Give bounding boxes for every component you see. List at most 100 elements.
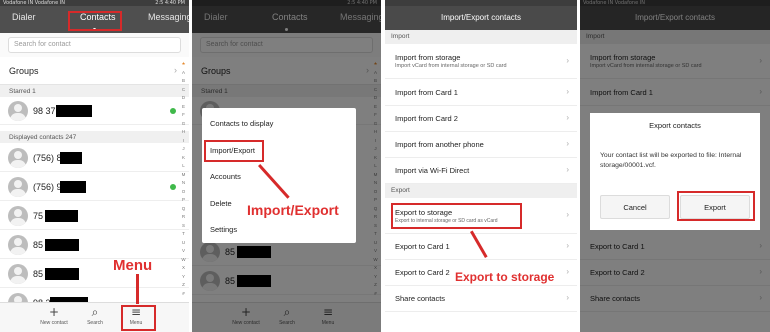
whatsapp-icon bbox=[170, 108, 176, 114]
alphabet-letter[interactable]: X bbox=[180, 264, 187, 273]
share-contacts[interactable]: Share contacts › bbox=[385, 286, 577, 312]
alphabet-letter[interactable]: L bbox=[180, 162, 187, 171]
redaction-bar bbox=[45, 268, 79, 280]
tab-messaging[interactable]: Messaging bbox=[148, 12, 189, 22]
alphabet-letter[interactable]: U bbox=[180, 239, 187, 248]
highlight-menu-button bbox=[121, 305, 156, 331]
import-from-storage[interactable]: Import from storage Import vCard from in… bbox=[385, 44, 577, 79]
contact-row[interactable]: 75 bbox=[0, 202, 189, 230]
contact-row[interactable]: 98 37 bbox=[0, 97, 189, 125]
contact-row[interactable]: 85 bbox=[0, 260, 189, 288]
plus-icon: + bbox=[48, 305, 60, 319]
tab-dialer[interactable]: Dialer bbox=[12, 12, 36, 22]
import-from-another-phone[interactable]: Import from another phone › bbox=[385, 132, 577, 158]
alphabet-letter[interactable]: Y bbox=[180, 273, 187, 282]
search-label: Search bbox=[87, 320, 103, 326]
annotation-menu: Menu bbox=[113, 257, 153, 274]
alphabet-letter[interactable]: ★ bbox=[180, 60, 187, 69]
alphabet-letter[interactable]: J bbox=[180, 145, 187, 154]
item-title: Import from Card 2 bbox=[395, 114, 458, 123]
avatar bbox=[8, 264, 28, 284]
alphabet-letter[interactable]: O bbox=[180, 188, 187, 197]
alphabet-letter[interactable]: G bbox=[180, 120, 187, 129]
import-from-card-2[interactable]: Import from Card 2 › bbox=[385, 106, 577, 132]
chevron-right-icon: › bbox=[566, 241, 569, 250]
item-title: Export to Card 2 bbox=[395, 268, 450, 277]
contact-row[interactable]: 85 bbox=[0, 231, 189, 259]
item-title: Import via Wi-Fi Direct bbox=[395, 166, 470, 175]
import-via-wifi-direct[interactable]: Import via Wi-Fi Direct › bbox=[385, 158, 577, 184]
search-input[interactable]: Search for contact bbox=[8, 37, 181, 53]
highlight-import-export bbox=[204, 140, 264, 162]
alphabet-letter[interactable]: B bbox=[180, 77, 187, 86]
alphabet-letter[interactable]: I bbox=[180, 137, 187, 146]
alphabet-letter[interactable]: K bbox=[180, 154, 187, 163]
menu-screen: 2:5 4:40 PM Dialer Contacts Messaging Se… bbox=[192, 0, 381, 332]
search-button[interactable]: ⌕ Search bbox=[75, 306, 115, 327]
chevron-right-icon: › bbox=[566, 293, 569, 302]
highlight-contacts-tab bbox=[68, 11, 122, 31]
alphabet-letter[interactable]: Z bbox=[180, 281, 187, 290]
annotation-import-export: Import/Export bbox=[247, 202, 339, 218]
groups-label: Groups bbox=[9, 66, 39, 76]
whatsapp-icon bbox=[170, 184, 176, 190]
alphabet-letter[interactable]: A bbox=[180, 69, 187, 78]
alphabet-letter[interactable]: N bbox=[180, 179, 187, 188]
contact-row[interactable]: (756) 9 bbox=[0, 173, 189, 201]
avatar bbox=[8, 206, 28, 226]
redaction-bar bbox=[56, 105, 92, 117]
cancel-button[interactable]: Cancel bbox=[600, 195, 670, 219]
dialog-message: Your contact list will be exported to fi… bbox=[600, 152, 742, 169]
section-displayed: Displayed contacts 247 bbox=[0, 131, 189, 143]
alphabet-letter[interactable]: T bbox=[180, 230, 187, 239]
import-export-screen: Import/Export contacts Import Import fro… bbox=[385, 0, 577, 332]
alphabet-letter[interactable]: C bbox=[180, 86, 187, 95]
bottom-bar: + New contact ⌕ Search ≡ Menu bbox=[0, 302, 189, 332]
alphabet-letter[interactable]: D bbox=[180, 94, 187, 103]
alphabet-letter[interactable]: V bbox=[180, 247, 187, 256]
options-menu: Contacts to display Import/Export Accoun… bbox=[202, 108, 356, 243]
alphabet-letter[interactable]: M bbox=[180, 171, 187, 180]
item-title: Import from Card 1 bbox=[395, 88, 458, 97]
contact-name: (756) 9 bbox=[33, 182, 62, 192]
search-area: Search for contact bbox=[0, 33, 189, 57]
contact-name: 98 37 bbox=[33, 106, 56, 116]
dialog-title: Export contacts bbox=[649, 121, 701, 130]
highlight-export-button bbox=[677, 191, 755, 221]
avatar bbox=[8, 177, 28, 197]
alphabet-letter[interactable]: F bbox=[180, 111, 187, 120]
item-title: Export to Card 1 bbox=[395, 242, 450, 251]
menu-item-contacts-to-display[interactable]: Contacts to display bbox=[202, 110, 356, 136]
groups-row[interactable]: Groups › bbox=[0, 57, 189, 85]
menu-item-settings[interactable]: Settings bbox=[202, 216, 356, 242]
alphabet-letter[interactable]: H bbox=[180, 128, 187, 137]
contact-name: 75 bbox=[33, 211, 44, 221]
alphabet-letter[interactable]: Q bbox=[180, 205, 187, 214]
alphabet-letter[interactable]: W bbox=[180, 256, 187, 265]
alphabet-letter[interactable]: # bbox=[180, 290, 187, 299]
page-title: Import/Export contacts bbox=[385, 6, 577, 30]
contact-row[interactable]: (756) 8 bbox=[0, 144, 189, 172]
contact-name: 85 bbox=[33, 240, 44, 250]
alphabet-letter[interactable]: S bbox=[180, 222, 187, 231]
alphabet-letter[interactable]: E bbox=[180, 103, 187, 112]
section-starred: Starred 1 bbox=[0, 85, 189, 97]
contacts-screen: Vodafone IN Vodafone IN 2:5 4:40 PM Dial… bbox=[0, 0, 189, 332]
chevron-right-icon: › bbox=[566, 210, 569, 219]
import-from-card-1[interactable]: Import from Card 1 › bbox=[385, 80, 577, 106]
new-contact-button[interactable]: + New contact bbox=[34, 305, 74, 327]
section-export: Export bbox=[385, 184, 577, 198]
alphabet-letter[interactable]: R bbox=[180, 213, 187, 222]
highlight-export-to-storage bbox=[391, 203, 522, 229]
contact-name: (756) 8 bbox=[33, 153, 62, 163]
chevron-right-icon: › bbox=[566, 165, 569, 174]
alphabet-letter[interactable]: P bbox=[180, 196, 187, 205]
new-contact-label: New contact bbox=[40, 320, 68, 326]
redaction-bar bbox=[45, 239, 79, 251]
redaction-bar bbox=[60, 181, 86, 193]
item-title: Import from another phone bbox=[395, 140, 484, 149]
chevron-right-icon: › bbox=[174, 65, 177, 75]
annotation-export-to-storage: Export to storage bbox=[455, 270, 555, 284]
alphabet-index[interactable]: ★ABCDEFGHIJKLMNOPQRSTUVWXYZ# bbox=[180, 60, 187, 298]
avatar bbox=[8, 148, 28, 168]
